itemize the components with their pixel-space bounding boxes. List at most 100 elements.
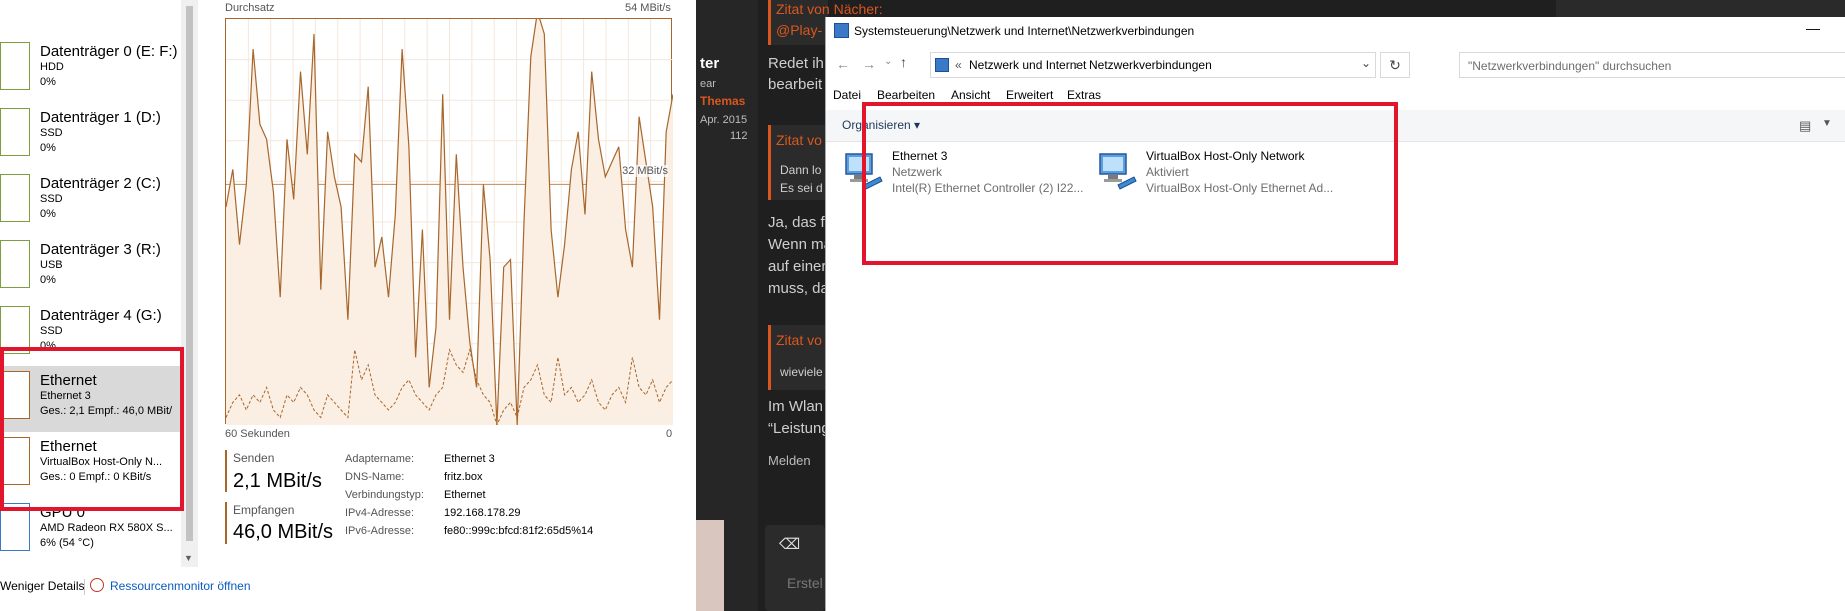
menu-item[interactable]: Extras [1067, 88, 1101, 102]
breadcrumb-network-internet[interactable]: Netzwerk und Internet [969, 58, 1086, 72]
address-dropdown-chevron-icon[interactable]: ⌄ [1361, 56, 1371, 70]
forum-text-line: muss, da [768, 280, 829, 297]
sidebar-item-title: Datenträger 0 (E: F:) [40, 43, 178, 60]
throughput-chart-svg [225, 11, 674, 427]
sidebar-item-gpu[interactable]: GPU 0 AMD Radeon RX 580X S... 6% (54 °C) [0, 498, 181, 564]
forum-post-count: 112 [730, 130, 748, 142]
send-label: Senden [233, 451, 275, 465]
receive-indicator-bar [225, 502, 227, 544]
view-options-chevron-icon[interactable]: ▼ [1822, 118, 1832, 129]
sidebar-item-line3: 6% (54 °C) [40, 537, 94, 549]
control-panel-icon [834, 23, 849, 38]
mini-graph-thumbnail [0, 371, 30, 419]
detail-key: IPv4-Adresse: [345, 507, 415, 519]
mini-graph-thumbnail [0, 108, 30, 156]
detail-value: 192.168.178.29 [444, 507, 521, 519]
sidebar-item-line2: USB [40, 259, 63, 271]
title-bar[interactable]: Systemsteuerung\Netzwerk und Internet\Ne… [826, 17, 1845, 47]
sidebar-item-line3: Ges.: 0 Empf.: 0 KBit/s [40, 471, 152, 483]
forum-username[interactable]: ter [700, 55, 719, 72]
detail-value: Ethernet [444, 489, 486, 501]
forum-quote-text: Es sei d [780, 181, 823, 195]
breadcrumb-overflow[interactable]: « [955, 58, 962, 72]
recent-locations-chevron-icon[interactable]: ⌄ [884, 56, 892, 67]
connection-device: Intel(R) Ethernet Controller (2) I22... [892, 181, 1084, 195]
sidebar-item-title: Datenträger 2 (C:) [40, 175, 161, 192]
network-connection-item[interactable]: Ethernet 3 Netzwerk Intel(R) Ethernet Cont… [842, 145, 1084, 201]
forward-arrow-icon[interactable]: → [862, 56, 876, 72]
sidebar-item-line3: 0% [40, 274, 56, 286]
back-arrow-icon[interactable]: ← [836, 56, 850, 72]
change-view-icon[interactable]: ▤ [1799, 118, 1811, 134]
eraser-icon[interactable]: ⌫ [779, 535, 800, 553]
sidebar-item-line2: AMD Radeon RX 580X S... [40, 522, 173, 534]
forum-quote-3-author[interactable]: Zitat vo [776, 332, 822, 348]
sidebar-item-line2: VirtualBox Host-Only N... [40, 456, 163, 468]
sidebar-item-title: Ethernet [40, 372, 97, 389]
performance-sidebar: 13,9/63,9 GB (22%) Datenträger 0 (E: F:)H… [0, 0, 181, 567]
connection-name: Ethernet 3 [892, 149, 948, 163]
sidebar-item-title: Datenträger 4 (G:) [40, 307, 162, 324]
breadcrumb-separator[interactable]: › [1075, 58, 1079, 72]
sidebar-item-line3: 0% [40, 142, 56, 154]
scroll-down-arrow-icon[interactable]: ▼ [184, 553, 193, 563]
connection-name: VirtualBox Host-Only Network [1146, 149, 1305, 163]
sidebar-item-disk[interactable]: Datenträger 2 (C:) SSD 0% [0, 169, 181, 235]
network-adapter-icon [1099, 153, 1137, 190]
sidebar-item-eth[interactable]: Ethernet VirtualBox Host-Only N... Ges.: 0… [0, 432, 181, 498]
network-connection-item[interactable]: VirtualBox Host-Only Network Aktiviert Vir… [1096, 145, 1336, 201]
forum-quote-text: Dann lo [780, 163, 822, 177]
forum-text-line: “Leistung [768, 420, 830, 437]
menu-item[interactable]: Datei [833, 88, 861, 102]
sidebar-item-line3: Ges.: 2,1 Empf.: 46,0 MBit/ [40, 405, 173, 417]
sidebar-item-disk[interactable]: Datenträger 1 (D:) SSD 0% [0, 103, 181, 169]
sidebar-item-line2: SSD [40, 127, 63, 139]
mini-graph-thumbnail [0, 42, 30, 90]
detail-key: Verbindungstyp: [345, 489, 424, 501]
menu-item[interactable]: Bearbeiten [877, 88, 935, 102]
sidebar-scrollbar[interactable]: ▼ [181, 0, 198, 567]
sidebar-item-disk[interactable]: Datenträger 3 (R:) USB 0% [0, 235, 181, 301]
breadcrumb-network-connections[interactable]: Netzwerkverbindungen [1089, 58, 1212, 72]
minimize-button[interactable]: — [1798, 20, 1828, 42]
send-value: 2,1 MBit/s [233, 470, 322, 492]
sidebar-item-disk[interactable]: Datenträger 4 (G:) SSD 0% [0, 301, 181, 367]
forum-avatar [696, 520, 724, 611]
throughput-graph: 32 MBit/s [225, 11, 674, 427]
sidebar-item-line2: HDD [40, 61, 64, 73]
scrollbar-thumb[interactable] [186, 6, 193, 541]
mini-graph-thumbnail [0, 437, 30, 485]
refresh-button[interactable]: ↻ [1380, 52, 1410, 78]
sidebar-item-disk[interactable]: Datenträger 0 (E: F:) HDD 0% [0, 37, 181, 103]
organize-button[interactable]: Organisieren ▾ [842, 118, 920, 132]
fewer-details-link[interactable]: Weniger Details [0, 579, 84, 593]
sidebar-item-title: Ethernet [40, 438, 97, 455]
forum-member-since: ear [700, 78, 716, 90]
up-arrow-icon[interactable]: ↑ [900, 54, 907, 70]
menu-bar: Datei Bearbeiten Ansicht Erweitert Extras [826, 83, 1845, 105]
resource-monitor-link[interactable]: Ressourcenmonitor öffnen [110, 579, 251, 593]
forum-quote-1-author[interactable]: Zitat von Nächer: [776, 1, 883, 17]
sidebar-item-mem[interactable]: 13,9/63,9 GB (22%) [0, 0, 181, 8]
mini-graph-thumbnail [0, 240, 30, 288]
forum-text-line: Im Wlan [768, 398, 824, 415]
sidebar-item-line3: 0% [40, 208, 56, 220]
forum-report-link[interactable]: Melden [768, 453, 811, 468]
sidebar-item-eth[interactable]: Ethernet Ethernet 3 Ges.: 2,1 Empf.: 46,0 … [0, 366, 181, 432]
detail-value: fe80::999c:bfcd:81f2:65d5%14 [444, 525, 594, 537]
search-input[interactable]: "Netzwerkverbindungen" durchsuchen [1459, 52, 1845, 78]
sidebar-item-title: Datenträger 3 (R:) [40, 241, 161, 258]
menu-item[interactable]: Erweitert [1006, 88, 1053, 102]
sidebar-item-line3: 0% [40, 340, 56, 352]
connection-status: Netzwerk [892, 165, 943, 179]
mini-graph-thumbnail [0, 174, 30, 222]
forum-editor-box[interactable]: ⌫ Erstel [765, 525, 825, 611]
network-adapter-icon [845, 153, 883, 190]
menu-item[interactable]: Ansicht [951, 88, 990, 102]
forum-quote-2-author[interactable]: Zitat vo [776, 132, 822, 148]
forum-mention[interactable]: @Play- [776, 22, 822, 38]
network-connections-window: Systemsteuerung\Netzwerk und Internet\Ne… [825, 17, 1845, 611]
address-bar[interactable]: « Netzwerk und Internet › Netzwerkverbin… [930, 52, 1376, 78]
receive-value: 46,0 MBit/s [233, 521, 334, 543]
resource-monitor-icon[interactable] [90, 578, 104, 592]
